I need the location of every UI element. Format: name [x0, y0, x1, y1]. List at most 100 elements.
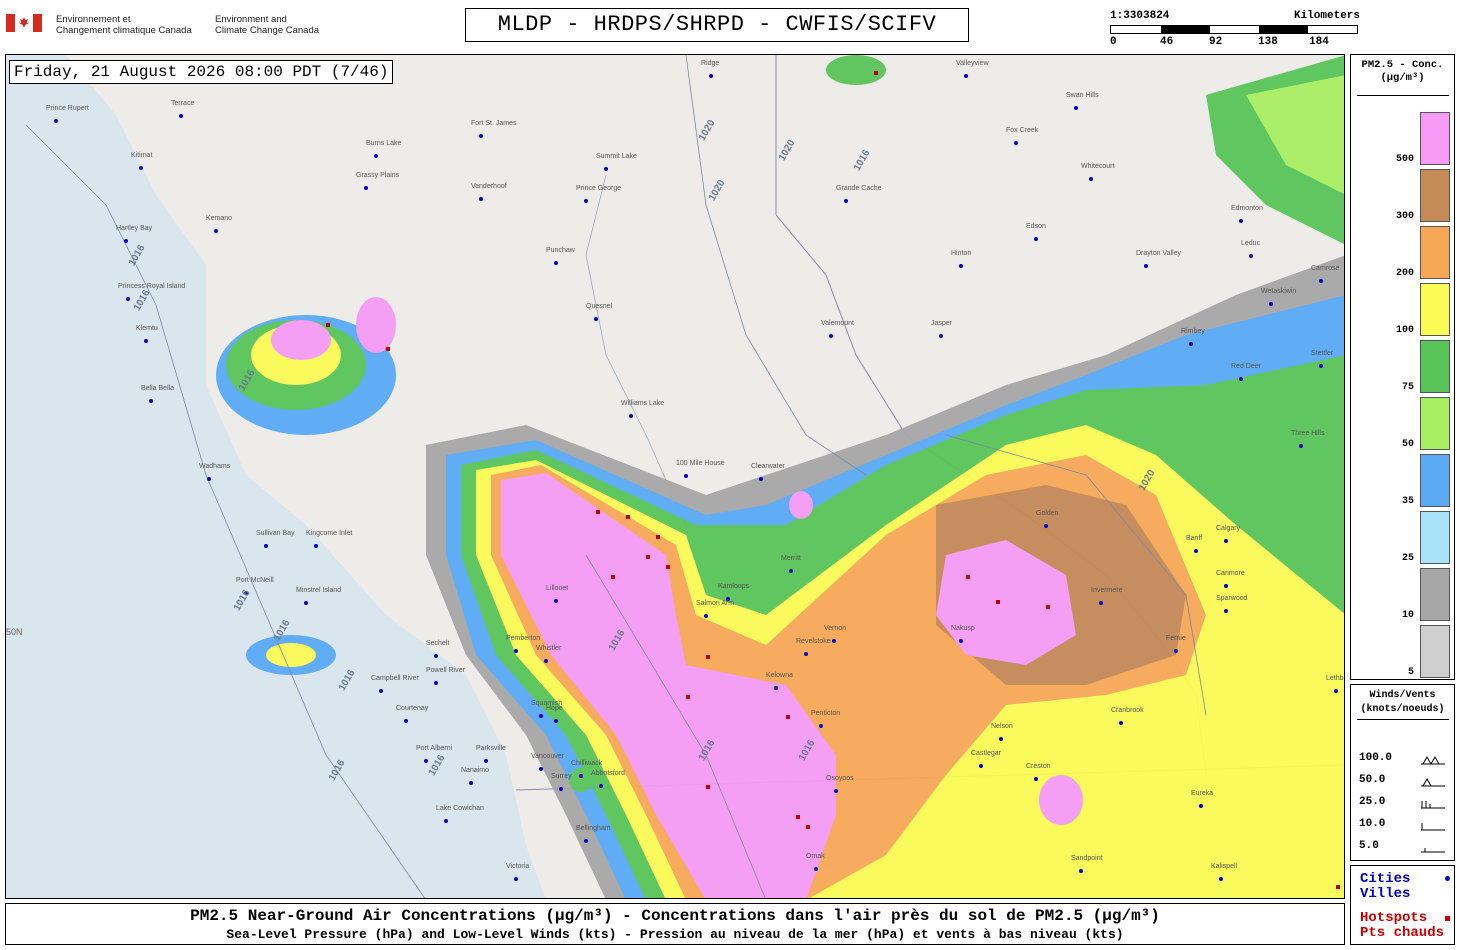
place-label: Vancouver	[531, 753, 564, 760]
city-marker	[684, 474, 688, 478]
place-label: 100 Mile House	[676, 460, 725, 467]
place-label: Ridge	[701, 60, 720, 67]
legend-bin-label: 200	[1395, 268, 1414, 279]
place-label: Canmore	[1216, 570, 1245, 577]
city-marker	[139, 166, 143, 170]
city-marker	[1089, 177, 1093, 181]
city-marker	[1299, 444, 1303, 448]
city-marker	[1034, 777, 1038, 781]
city-marker	[584, 839, 588, 843]
wind-barb-icon	[1421, 823, 1445, 831]
city-marker	[374, 154, 378, 158]
government-logo: Environnement et Changement climatique Ca…	[6, 12, 336, 42]
place-label: Minstrel Island	[296, 587, 342, 594]
place-label: Stettler	[1311, 350, 1334, 357]
place-label: Sechelt	[426, 640, 450, 647]
hotspots-legend-label: Hotspots Pts chauds	[1360, 910, 1445, 941]
place-label: Burns Lake	[366, 140, 402, 147]
place-label: Hope	[546, 705, 563, 712]
legend-swatch	[1420, 568, 1450, 621]
city-marker	[804, 652, 808, 656]
legend-bin-label: 50	[1401, 439, 1414, 450]
city-marker	[484, 759, 488, 763]
scale-tick: 0	[1110, 36, 1117, 48]
legend-swatch	[1420, 112, 1450, 165]
place-label: Kingcome Inlet	[306, 530, 353, 537]
place-label: Kelowna	[766, 672, 793, 679]
legend-bin-label: 75	[1401, 382, 1414, 393]
caption-line-2: Sea-Level Pressure (hPa) and Low-Level W…	[226, 927, 1124, 942]
concentration-legend-title: PM2.5 - Conc. (µg/m³)	[1361, 59, 1444, 84]
city-marker	[959, 639, 963, 643]
wind-barb-icon	[1421, 755, 1445, 765]
place-label: Nakusp	[951, 625, 975, 632]
place-label: Williams Lake	[621, 400, 665, 407]
city-marker	[629, 414, 633, 418]
city-marker	[379, 689, 383, 693]
place-label: Prince George	[576, 185, 622, 192]
city-marker	[709, 74, 713, 78]
city-marker	[1099, 601, 1103, 605]
place-label: Whistler	[536, 645, 562, 652]
place-label: Sparwood	[1216, 595, 1248, 602]
city-marker	[1219, 877, 1223, 881]
department-name-en: Environment and Climate Change Canada	[215, 14, 320, 36]
place-label: Lake Cowichan	[436, 805, 484, 812]
place-label: Camrose	[1311, 265, 1340, 272]
city-dot-icon	[1445, 876, 1450, 881]
place-label: Courtenay	[396, 705, 429, 712]
scale-bar: 1:3303824 Kilometers 0 46 92 138 184	[1110, 10, 1360, 50]
city-marker	[1224, 609, 1228, 613]
wind-barb-icon	[1421, 801, 1445, 809]
city-marker	[1319, 279, 1323, 283]
city-marker	[844, 199, 848, 203]
place-label: Golden	[1036, 510, 1059, 517]
place-label: Fort St. James	[471, 120, 517, 127]
city-marker	[1119, 721, 1123, 725]
place-label: Sandpoint	[1071, 855, 1103, 862]
place-label: Fox Creek	[1006, 127, 1039, 134]
city-marker	[207, 477, 211, 481]
city-marker	[479, 134, 483, 138]
wind-barb-icon	[1421, 848, 1445, 853]
place-label: Pemberton	[506, 635, 541, 642]
city-marker	[1224, 539, 1228, 543]
city-marker	[814, 867, 818, 871]
place-label: Whitecourt	[1081, 163, 1115, 170]
scale-graduation	[1110, 25, 1358, 34]
city-marker	[1249, 254, 1253, 258]
city-marker	[964, 74, 968, 78]
place-label: Valleyview	[956, 60, 989, 67]
legend-bin-label: 500	[1395, 154, 1414, 165]
caption-line-1: PM2.5 Near-Ground Air Concentrations (µg…	[190, 907, 1160, 925]
hotspot-square-icon	[1445, 916, 1450, 921]
place-label: Kemano	[206, 215, 233, 222]
canada-flag-icon	[6, 14, 42, 32]
place-label: Edson	[1026, 223, 1046, 230]
place-label: Merritt	[781, 555, 801, 562]
legend-swatch	[1420, 340, 1450, 393]
place-label: Grande Cache	[836, 185, 882, 192]
place-label: Hinton	[951, 250, 972, 257]
city-marker	[264, 544, 268, 548]
legend-swatch	[1420, 625, 1450, 678]
city-marker	[959, 264, 963, 268]
smoke-forecast-map[interactable]: Prince Rupert Terrace Kitimat Burns Lake For…	[5, 54, 1345, 899]
city-marker	[539, 714, 543, 718]
city-marker	[1044, 524, 1048, 528]
city-marker	[126, 297, 130, 301]
latitude-label: 50N	[6, 627, 23, 637]
legend-bin-label: 25	[1401, 553, 1414, 564]
place-label: Creston	[1026, 763, 1051, 770]
place-label: Vanderhoof	[471, 183, 507, 190]
city-marker	[704, 614, 708, 618]
legend-swatch	[1420, 454, 1450, 507]
city-marker	[554, 599, 558, 603]
city-marker	[1194, 549, 1198, 553]
city-marker	[1014, 141, 1018, 145]
place-label: Swan Hills	[1066, 92, 1099, 99]
city-marker	[514, 877, 518, 881]
concentration-legend: PM2.5 - Conc. (µg/m³) 500 300 200 100 75 50 35…	[1350, 54, 1455, 680]
city-marker	[554, 261, 558, 265]
wind-legend-row: 10.0	[1359, 818, 1386, 830]
